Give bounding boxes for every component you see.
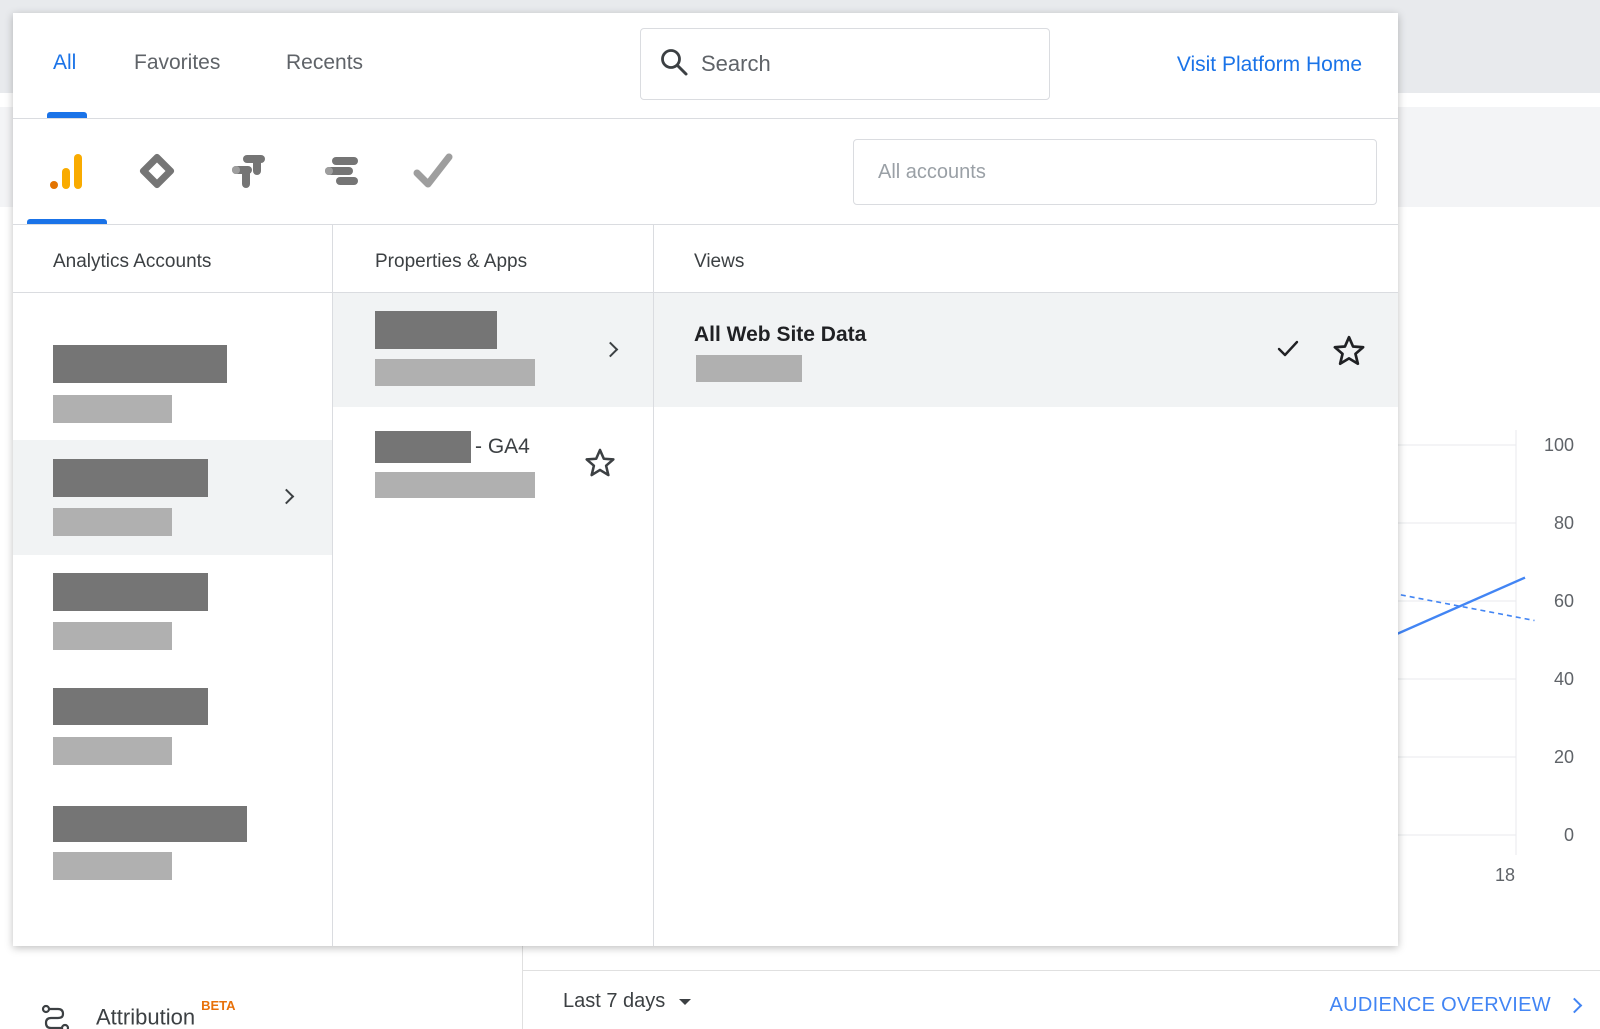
redacted-account-name: [53, 459, 208, 497]
caret-down-icon: [679, 998, 692, 1005]
tab-favorites[interactable]: Favorites: [134, 51, 220, 75]
attribution-nav-item[interactable]: Attribution BETA: [40, 998, 236, 1029]
checkmark-icon: [1276, 339, 1300, 364]
redacted-account-name: [53, 688, 208, 725]
chevron-right-icon: [278, 488, 295, 505]
audience-overview-link[interactable]: AUDIENCE OVERVIEW: [1329, 994, 1583, 1017]
chart-y-tick-label: 100: [1544, 435, 1574, 455]
data-studio-icon[interactable]: [225, 147, 273, 195]
search-input[interactable]: [701, 51, 1031, 77]
tab-all[interactable]: All: [53, 51, 76, 75]
analytics-accounts-column: Analytics Accounts: [13, 225, 333, 946]
views-column: Views All Web Site Data: [654, 225, 1398, 946]
property-row-selected[interactable]: [333, 293, 653, 407]
property-row-ga4[interactable]: - GA4: [333, 407, 653, 521]
beta-badge: BETA: [201, 998, 236, 1013]
redacted-account-name: [53, 345, 227, 383]
accounts-filter-box[interactable]: [853, 139, 1377, 205]
chart-y-tick-label: 80: [1554, 513, 1574, 533]
redacted-property-id: [375, 472, 535, 498]
background-divider: [522, 945, 523, 1029]
tab-recents[interactable]: Recents: [286, 51, 363, 75]
chart-y-tick-label: 20: [1554, 747, 1574, 767]
surveys-icon[interactable]: [409, 147, 457, 195]
properties-apps-column: Properties & Apps - GA4: [333, 225, 654, 946]
redacted-property-name: [375, 311, 497, 349]
chevron-right-icon: [1566, 997, 1583, 1014]
redacted-account-name: [53, 573, 208, 611]
attribution-label: Attribution BETA: [96, 998, 236, 1029]
picker-tabs-row: All Favorites Recents Visit Platform Hom…: [13, 13, 1398, 119]
audience-overview-label: AUDIENCE OVERVIEW: [1329, 994, 1551, 1016]
redacted-view-id: [696, 355, 802, 382]
chevron-right-icon: [602, 341, 619, 358]
account-row[interactable]: [13, 670, 332, 788]
chart-series-line-dashed: [1391, 592, 1535, 622]
star-outline-icon[interactable]: [1331, 333, 1367, 374]
tag-manager-icon[interactable]: [133, 147, 181, 195]
view-row-selected[interactable]: All Web Site Data: [654, 293, 1398, 407]
chart-y-tick-label: 40: [1554, 669, 1574, 689]
accounts-filter-input[interactable]: [878, 160, 1338, 184]
background-divider-horizontal: [523, 970, 1600, 971]
property-suffix-label: - GA4: [475, 435, 530, 458]
clipped-account-id: [53, 287, 153, 301]
search-icon: [659, 47, 689, 82]
redacted-account-id: [53, 508, 172, 536]
chart-y-tick-label: 0: [1564, 825, 1574, 845]
analytics-accounts-header: Analytics Accounts: [13, 225, 332, 293]
account-picker-popup: All Favorites Recents Visit Platform Hom…: [13, 13, 1398, 946]
views-header: Views: [654, 225, 1398, 293]
date-range-selector[interactable]: Last 7 days: [563, 990, 692, 1013]
search-box[interactable]: [640, 28, 1050, 100]
optimize-icon[interactable]: [318, 147, 366, 195]
redacted-account-id: [53, 622, 172, 650]
redacted-account-id: [53, 395, 172, 423]
chart-y-tick-label: 60: [1554, 591, 1574, 611]
account-row[interactable]: [13, 788, 332, 903]
view-name-label: All Web Site Data: [694, 323, 867, 346]
chart-x-tick-label: 18: [1495, 865, 1515, 885]
properties-apps-header: Properties & Apps: [333, 225, 653, 293]
redacted-account-id: [53, 852, 172, 880]
redacted-property-id: [375, 359, 535, 386]
redacted-account-id: [53, 737, 172, 765]
attribution-icon: [40, 1004, 70, 1029]
account-row[interactable]: [13, 325, 332, 440]
star-outline-icon[interactable]: [583, 446, 617, 485]
account-row-selected[interactable]: [13, 440, 332, 555]
product-switcher-row: [13, 119, 1398, 225]
redacted-property-name: [375, 431, 471, 463]
redacted-account-name: [53, 806, 247, 842]
chart-series-line: [1391, 576, 1526, 638]
date-range-label: Last 7 days: [563, 990, 666, 1012]
analytics-icon[interactable]: [43, 147, 91, 195]
tab-active-indicator: [47, 112, 87, 118]
product-active-indicator: [27, 219, 107, 224]
account-row[interactable]: [13, 555, 332, 670]
visit-platform-home-link[interactable]: Visit Platform Home: [1177, 53, 1362, 77]
